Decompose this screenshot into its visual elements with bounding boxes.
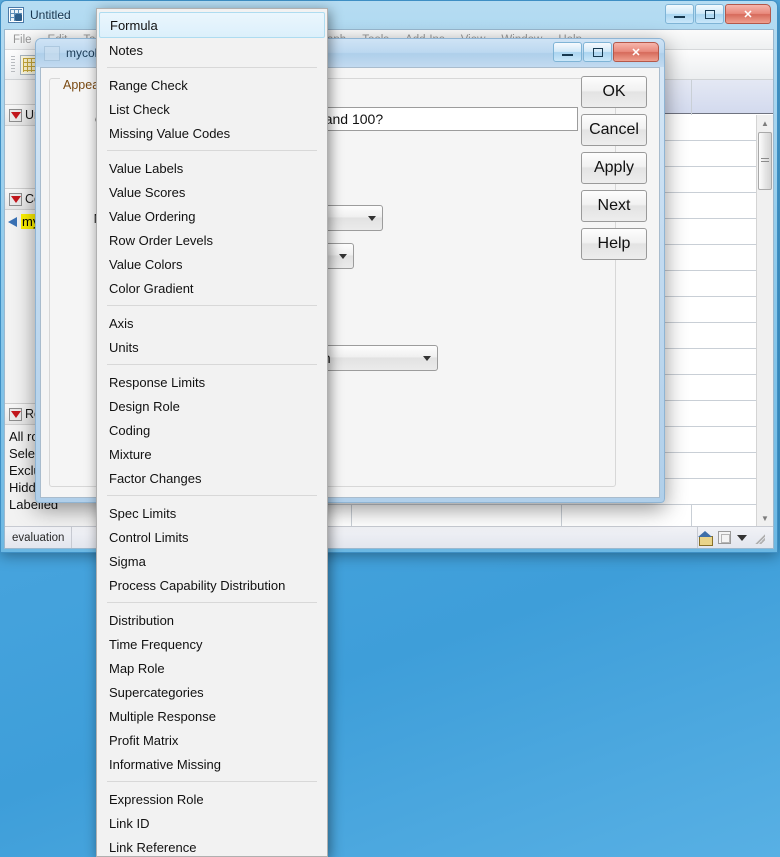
menu-item-control-limits[interactable]: Control Limits: [97, 525, 327, 549]
scrollbar-thumb[interactable]: [758, 132, 772, 190]
maximize-button[interactable]: [695, 4, 724, 24]
apply-button[interactable]: Apply: [581, 152, 647, 184]
menu-item-value-scores[interactable]: Value Scores: [97, 180, 327, 204]
dialog-close-button[interactable]: ✕: [613, 42, 659, 62]
menu-item-response-limits[interactable]: Response Limits: [97, 370, 327, 394]
menu-item-missing-value-codes[interactable]: Missing Value Codes: [97, 121, 327, 145]
menu-item-multiple-response[interactable]: Multiple Response: [97, 704, 327, 728]
menu-separator: [107, 781, 317, 782]
column-properties-menu: Formula Notes Range Check List Check Mis…: [96, 8, 328, 857]
minimize-button[interactable]: [665, 4, 694, 24]
home-icon[interactable]: [698, 531, 713, 546]
menu-item-process-capability-distribution[interactable]: Process Capability Distribution: [97, 573, 327, 597]
menu-item-informative-missing[interactable]: Informative Missing: [97, 752, 327, 776]
menu-item-time-frequency[interactable]: Time Frequency: [97, 632, 327, 656]
next-button[interactable]: Next: [581, 190, 647, 222]
menu-item-axis[interactable]: Axis: [97, 311, 327, 335]
menu-separator: [107, 602, 317, 603]
menu-item-supercategories[interactable]: Supercategories: [97, 680, 327, 704]
dialog-window-controls: ✕: [553, 42, 659, 62]
menu-item-color-gradient[interactable]: Color Gradient: [97, 276, 327, 300]
scroll-down-arrow-icon[interactable]: ▼: [757, 510, 773, 526]
menu-item-spec-limits[interactable]: Spec Limits: [97, 501, 327, 525]
main-window-controls: ✕: [665, 4, 771, 24]
dialog-title: mycol: [66, 46, 98, 60]
menu-item-map-role[interactable]: Map Role: [97, 656, 327, 680]
menu-separator: [107, 305, 317, 306]
menu-separator: [107, 495, 317, 496]
chevron-down-icon: [339, 253, 347, 259]
scroll-up-arrow-icon[interactable]: ▲: [757, 115, 773, 131]
status-evaluation-text: evaluation: [5, 527, 73, 548]
continuous-role-icon: [8, 216, 17, 227]
menu-item-value-ordering[interactable]: Value Ordering: [97, 204, 327, 228]
menu-separator: [107, 364, 317, 365]
resize-grip[interactable]: [753, 531, 765, 544]
dialog-icon: [44, 45, 60, 61]
menu-item-profit-matrix[interactable]: Profit Matrix: [97, 728, 327, 752]
chevron-down-icon: [423, 355, 431, 361]
window-list-icon[interactable]: [718, 531, 731, 544]
menu-file[interactable]: File: [13, 34, 32, 46]
menu-item-distribution[interactable]: Distribution: [97, 608, 327, 632]
menu-separator: [107, 150, 317, 151]
menu-item-link-reference[interactable]: Link Reference: [97, 835, 327, 856]
chevron-down-icon: [368, 215, 376, 221]
menu-item-range-check[interactable]: Range Check: [97, 73, 327, 97]
rows-red-triangle-icon[interactable]: [9, 407, 22, 421]
menu-item-list-check[interactable]: List Check: [97, 97, 327, 121]
menu-item-formula[interactable]: Formula: [99, 12, 325, 38]
dialog-action-buttons: OK Cancel Apply Next Help: [581, 76, 651, 266]
help-button[interactable]: Help: [581, 228, 647, 260]
table-red-triangle-icon[interactable]: [9, 108, 22, 122]
menu-item-row-order-levels[interactable]: Row Order Levels: [97, 228, 327, 252]
menu-item-factor-changes[interactable]: Factor Changes: [97, 466, 327, 490]
menu-item-mixture[interactable]: Mixture: [97, 442, 327, 466]
menu-item-sigma[interactable]: Sigma: [97, 549, 327, 573]
dialog-minimize-button[interactable]: [553, 42, 582, 62]
menu-item-link-id[interactable]: Link ID: [97, 811, 327, 835]
columns-red-triangle-icon[interactable]: [9, 192, 22, 206]
grid-vertical-scrollbar[interactable]: ▲ ▼: [756, 115, 773, 526]
chevron-down-icon[interactable]: [737, 534, 747, 541]
menu-separator: [107, 67, 317, 68]
menu-item-value-labels[interactable]: Value Labels: [97, 156, 327, 180]
jmp-table-icon: [8, 7, 24, 23]
menu-item-units[interactable]: Units: [97, 335, 327, 359]
status-bar-icons: [698, 531, 773, 546]
menu-item-value-colors[interactable]: Value Colors: [97, 252, 327, 276]
cancel-button[interactable]: Cancel: [581, 114, 647, 146]
main-window-title: Untitled: [30, 8, 71, 22]
menu-item-coding[interactable]: Coding: [97, 418, 327, 442]
close-button[interactable]: ✕: [725, 4, 771, 24]
toolbar-grip[interactable]: [11, 55, 15, 74]
menu-item-expression-role[interactable]: Expression Role: [97, 787, 327, 811]
menu-item-notes[interactable]: Notes: [97, 38, 327, 62]
dialog-maximize-button[interactable]: [583, 42, 612, 62]
menu-item-design-role[interactable]: Design Role: [97, 394, 327, 418]
ok-button[interactable]: OK: [581, 76, 647, 108]
